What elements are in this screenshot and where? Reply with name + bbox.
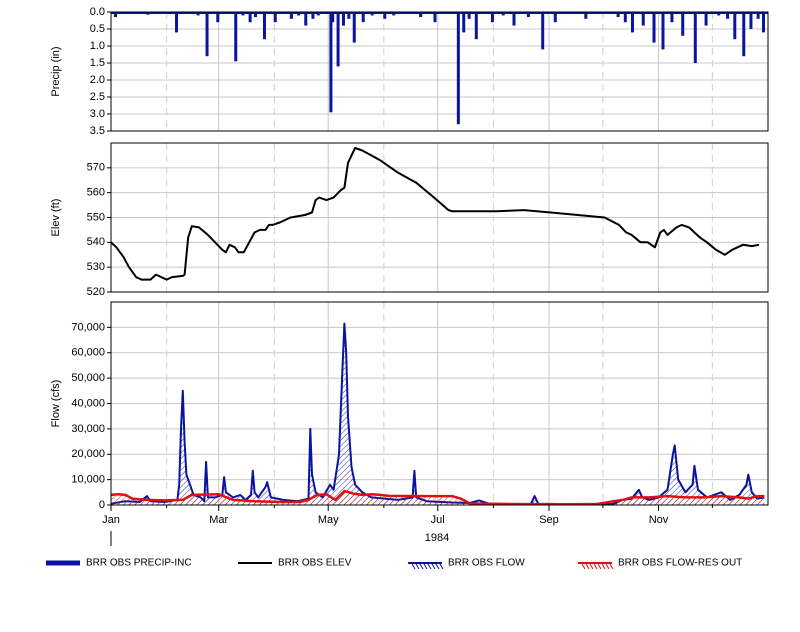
- hydrograph-svg: 0.00.51.01.52.02.53.03.5Precip (in) 5205…: [46, 6, 769, 570]
- hydrograph-figure: 0.0 0.5 1.0 1.5 2.0 2.5 3.0 3.5 Precip (in) 520 5…: [0, 0, 800, 627]
- elev-tick-label: 540: [87, 236, 105, 248]
- precip-tick-label: 3.0: [90, 108, 105, 120]
- precip-bar: [329, 12, 333, 113]
- flow-tick-label: 40,000: [71, 397, 105, 409]
- precip-bar: [762, 12, 766, 33]
- elev-y-axis-label: Elev (ft): [50, 199, 62, 237]
- precip-y-axis-label: Precip (in): [50, 46, 62, 96]
- precip-tick-label: 3.5: [90, 125, 105, 137]
- precip-tick-label: 2.0: [90, 74, 105, 86]
- precip-bar: [462, 12, 466, 33]
- precip-bar: [456, 12, 460, 125]
- elev-tick-label: 520: [87, 286, 105, 298]
- x-axis-year-label: 1984: [425, 532, 449, 544]
- legend-swatch-hatch: [427, 563, 432, 570]
- x-tick-label: Sep: [539, 514, 559, 526]
- precip-bar: [733, 12, 737, 40]
- legend-swatch-hatch: [601, 563, 606, 570]
- precip-bar: [681, 12, 685, 36]
- legend-swatch-hatch: [431, 563, 436, 570]
- precip-bar: [304, 12, 308, 26]
- precip-bar: [341, 12, 345, 26]
- precip-bar: [541, 12, 545, 50]
- elev-tick-label: 570: [87, 162, 105, 174]
- legend-swatch-hatch: [423, 563, 428, 570]
- precip-bar: [234, 12, 238, 62]
- x-tick-label: Jul: [431, 514, 445, 526]
- precip-bar: [652, 12, 656, 43]
- flow-tick-label: 20,000: [71, 448, 105, 460]
- legend-swatch-hatch: [609, 563, 614, 570]
- precip-tick-label: 0.5: [90, 23, 105, 35]
- legend-swatch-hatch: [415, 563, 420, 570]
- flow-tick-label: 30,000: [71, 423, 105, 435]
- legend-swatch-hatch: [593, 563, 598, 570]
- elev-tick-label: 550: [87, 211, 105, 223]
- legend-swatch-hatch: [419, 563, 424, 570]
- precip-bar: [641, 12, 645, 26]
- legend-swatch-hatch: [597, 563, 602, 570]
- precip-bar: [336, 12, 340, 67]
- legend-swatch-hatch: [605, 563, 610, 570]
- precip-bar: [661, 12, 665, 50]
- flow-tick-label: 70,000: [71, 321, 105, 333]
- precip-bar: [630, 12, 634, 33]
- x-tick-label: May: [318, 514, 339, 526]
- time-axis: Jan Mar May Jul Sep Nov 1984: [102, 505, 713, 546]
- flow-tick-label: 0: [99, 499, 105, 511]
- x-tick-label: Nov: [649, 514, 669, 526]
- flow-panel: 0 10,000 20,000 30,000 40,000 50,000 60,000 70,…: [50, 301, 769, 511]
- legend: BRR OBS PRECIP-INC BRR OBS ELEV BRR OBS FL…: [46, 558, 742, 570]
- flow-y-axis-label: Flow (cfs): [50, 380, 62, 428]
- legend-swatch-hatch: [435, 563, 440, 570]
- precip-tick-label: 2.5: [90, 91, 105, 103]
- elevation-panel: 520 530 540 550 560 570 Elev (ft): [50, 142, 769, 298]
- legend-swatch-precip: [46, 560, 80, 566]
- precip-bar: [474, 12, 478, 40]
- precip-bar: [512, 12, 516, 26]
- precip-bar: [262, 12, 266, 40]
- precip-panel: 0.0 0.5 1.0 1.5 2.0 2.5 3.0 3.5 Precip (in): [50, 6, 769, 137]
- precip-bar: [205, 12, 209, 57]
- flow-tick-label: 60,000: [71, 347, 105, 359]
- elev-tick-label: 560: [87, 187, 105, 199]
- legend-label: BRR OBS FLOW: [448, 558, 525, 569]
- legend-swatch-hatch: [585, 563, 590, 570]
- flow-tick-label: 50,000: [71, 372, 105, 384]
- precip-bar: [742, 12, 746, 57]
- precip-bar: [693, 12, 697, 63]
- precip-plot-border: [110, 11, 769, 132]
- flow-tick-label: 10,000: [71, 474, 105, 486]
- precip-bar: [749, 12, 753, 29]
- precip-tick-label: 1.0: [90, 40, 105, 52]
- legend-swatch-hatch: [411, 563, 416, 570]
- legend-swatch-hatch: [589, 563, 594, 570]
- precip-tick-label: 0.0: [90, 6, 105, 18]
- x-tick-label: Mar: [209, 514, 228, 526]
- precip-tick-label: 1.5: [90, 57, 105, 69]
- legend-label: BRR OBS ELEV: [278, 558, 352, 569]
- precip-bar: [175, 12, 179, 33]
- legend-swatch-hatch: [581, 563, 586, 570]
- precip-bar: [352, 12, 356, 43]
- legend-swatch-hatch: [439, 563, 444, 570]
- legend-label: BRR OBS PRECIP-INC: [86, 558, 192, 569]
- x-tick-label: Jan: [102, 514, 120, 526]
- elev-tick-label: 530: [87, 261, 105, 273]
- legend-label: BRR OBS FLOW-RES OUT: [618, 558, 742, 569]
- precip-bar: [704, 12, 708, 26]
